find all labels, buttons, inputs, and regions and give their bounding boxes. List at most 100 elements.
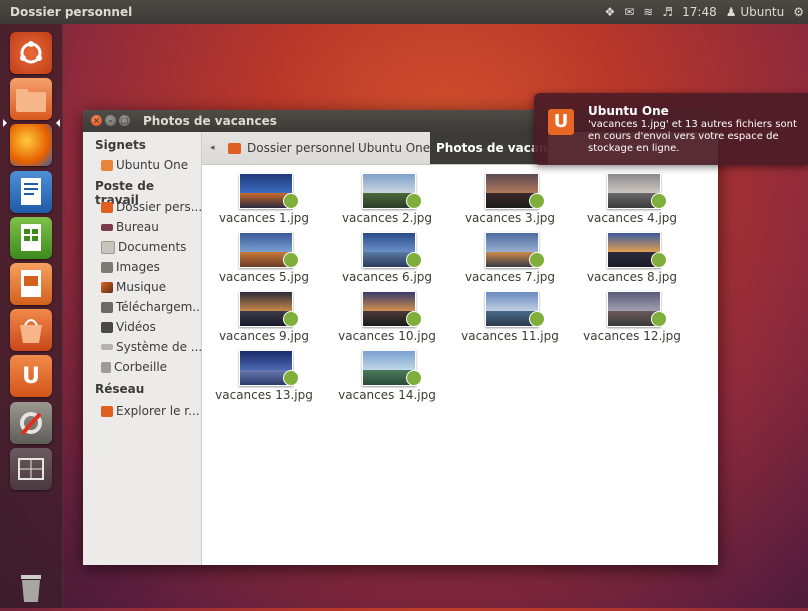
close-button[interactable]: ×: [91, 115, 102, 126]
calc-icon: [21, 224, 41, 251]
trash-icon: [21, 575, 41, 602]
firefox-launcher-button[interactable]: [10, 124, 52, 166]
file-item[interactable]: vacances 12.jpg: [577, 291, 687, 349]
trash-icon: [101, 361, 111, 373]
sidebar-item-videos[interactable]: Vidéos: [101, 318, 201, 336]
sidebar-item-ubuntu-one[interactable]: Ubuntu One: [101, 156, 201, 174]
running-indicator: [3, 119, 7, 127]
file-item[interactable]: vacances 1.jpg: [209, 173, 319, 231]
sync-emblem-icon: [406, 193, 422, 209]
file-name: vacances 3.jpg: [464, 211, 556, 225]
gear-icon[interactable]: ⚙: [793, 5, 804, 19]
sync-emblem-icon: [406, 311, 422, 327]
file-item[interactable]: vacances 9.jpg: [209, 291, 319, 349]
wifi-icon[interactable]: ≋: [643, 5, 653, 19]
maximize-button[interactable]: □: [119, 115, 130, 126]
sidebar-item-images[interactable]: Images: [101, 258, 201, 276]
sync-emblem-icon: [529, 252, 545, 268]
writer-launcher-button[interactable]: [10, 171, 52, 213]
sidebar-item-systeme[interactable]: Système de ...: [101, 338, 201, 356]
file-manager-window: × – □ Photos de vacances Signets Ubuntu …: [83, 110, 718, 565]
file-item[interactable]: vacances 7.jpg: [455, 232, 565, 290]
ubuntu-logo-icon: [20, 41, 42, 64]
file-item[interactable]: vacances 11.jpg: [455, 291, 565, 349]
file-item[interactable]: vacances 3.jpg: [455, 173, 565, 231]
ubuntu-one-icon: U: [548, 109, 574, 135]
file-name: vacances 4.jpg: [586, 211, 678, 225]
desktop-icon: [101, 223, 113, 231]
places-sidebar: Signets Ubuntu One Poste de travail Doss…: [83, 132, 202, 565]
app-title: Dossier personnel: [10, 5, 133, 19]
folder-icon: [101, 159, 113, 171]
sidebar-item-telechargements[interactable]: Téléchargem...: [101, 298, 201, 316]
dropbox-icon[interactable]: ❖: [604, 5, 615, 19]
folder-icon: [16, 89, 46, 112]
volume-icon[interactable]: ♬: [662, 5, 673, 19]
file-name: vacances 10.jpg: [338, 329, 436, 343]
file-name: vacances 6.jpg: [341, 270, 433, 284]
file-item[interactable]: vacances 6.jpg: [332, 232, 442, 290]
network-icon: [101, 405, 113, 417]
minimize-button[interactable]: –: [105, 115, 116, 126]
sidebar-heading-signets: Signets: [95, 138, 146, 152]
file-view: vacances 1.jpg vacances 2.jpg vacances 3…: [202, 165, 718, 565]
breadcrumb-ubuntu-one[interactable]: Ubuntu One: [358, 132, 430, 164]
sidebar-item-home[interactable]: Dossier pers...: [101, 198, 201, 216]
sidebar-item-bureau[interactable]: Bureau: [101, 218, 201, 236]
sync-emblem-icon: [651, 252, 667, 268]
file-name: vacances 1.jpg: [218, 211, 310, 225]
focus-indicator: [56, 119, 60, 127]
sidebar-item-corbeille[interactable]: Corbeille: [101, 358, 201, 376]
sidebar-item-documents[interactable]: Documents: [101, 238, 201, 256]
software-center-launcher-button[interactable]: [10, 309, 52, 351]
clock[interactable]: 17:48: [682, 5, 717, 19]
breadcrumb-home[interactable]: Dossier personnel: [228, 132, 355, 164]
user-menu[interactable]: ♟ Ubuntu: [726, 5, 785, 19]
sidebar-item-label: Images: [116, 260, 160, 274]
files-launcher-button[interactable]: [10, 78, 52, 120]
mail-icon[interactable]: ✉: [624, 5, 634, 19]
window-title: Photos de vacances: [143, 114, 277, 128]
impress-launcher-button[interactable]: [10, 263, 52, 305]
file-name: vacances 2.jpg: [341, 211, 433, 225]
software-center-icon: [20, 319, 42, 343]
sync-emblem-icon: [651, 193, 667, 209]
images-icon: [101, 261, 113, 273]
sidebar-item-network[interactable]: Explorer le r...: [101, 402, 201, 420]
music-icon: [101, 281, 113, 293]
trash-launcher-button[interactable]: [10, 566, 52, 608]
file-item[interactable]: vacances 4.jpg: [577, 173, 687, 231]
sidebar-item-label: Téléchargem...: [116, 300, 201, 314]
workspace-icon: [18, 458, 44, 480]
system-settings-launcher-button[interactable]: [10, 402, 52, 444]
file-item[interactable]: vacances 14.jpg: [332, 350, 442, 408]
ubuntu-logo-button[interactable]: [10, 32, 52, 74]
ubuntu-one-launcher-button[interactable]: U: [10, 355, 52, 397]
breadcrumb-current[interactable]: Photos de vacances: [430, 132, 548, 164]
file-name: vacances 12.jpg: [583, 329, 681, 343]
path-scroll-left-icon[interactable]: ◂: [210, 143, 215, 153]
calc-launcher-button[interactable]: [10, 217, 52, 259]
file-item[interactable]: vacances 2.jpg: [332, 173, 442, 231]
sidebar-item-label: Musique: [116, 280, 167, 294]
file-item[interactable]: vacances 8.jpg: [577, 232, 687, 290]
filesystem-icon: [101, 344, 113, 350]
notification-bubble: U Ubuntu One 'vacances 1.jpg' et 13 autr…: [534, 93, 808, 165]
downloads-icon: [101, 301, 113, 313]
file-item[interactable]: vacances 5.jpg: [209, 232, 319, 290]
sidebar-item-musique[interactable]: Musique: [101, 278, 201, 296]
sync-emblem-icon: [406, 252, 422, 268]
sync-emblem-icon: [651, 311, 667, 327]
file-item[interactable]: vacances 13.jpg: [209, 350, 319, 408]
sidebar-item-label: Explorer le r...: [116, 404, 200, 418]
sidebar-item-label: Vidéos: [116, 320, 156, 334]
file-item[interactable]: vacances 10.jpg: [332, 291, 442, 349]
sync-emblem-icon: [529, 311, 545, 327]
user-name: Ubuntu: [740, 5, 785, 19]
videos-icon: [101, 321, 113, 333]
file-name: vacances 13.jpg: [215, 388, 313, 402]
file-name: vacances 7.jpg: [464, 270, 556, 284]
file-name: vacances 9.jpg: [218, 329, 310, 343]
sidebar-item-label: Bureau: [116, 220, 159, 234]
workspace-switcher-button[interactable]: [10, 448, 52, 490]
